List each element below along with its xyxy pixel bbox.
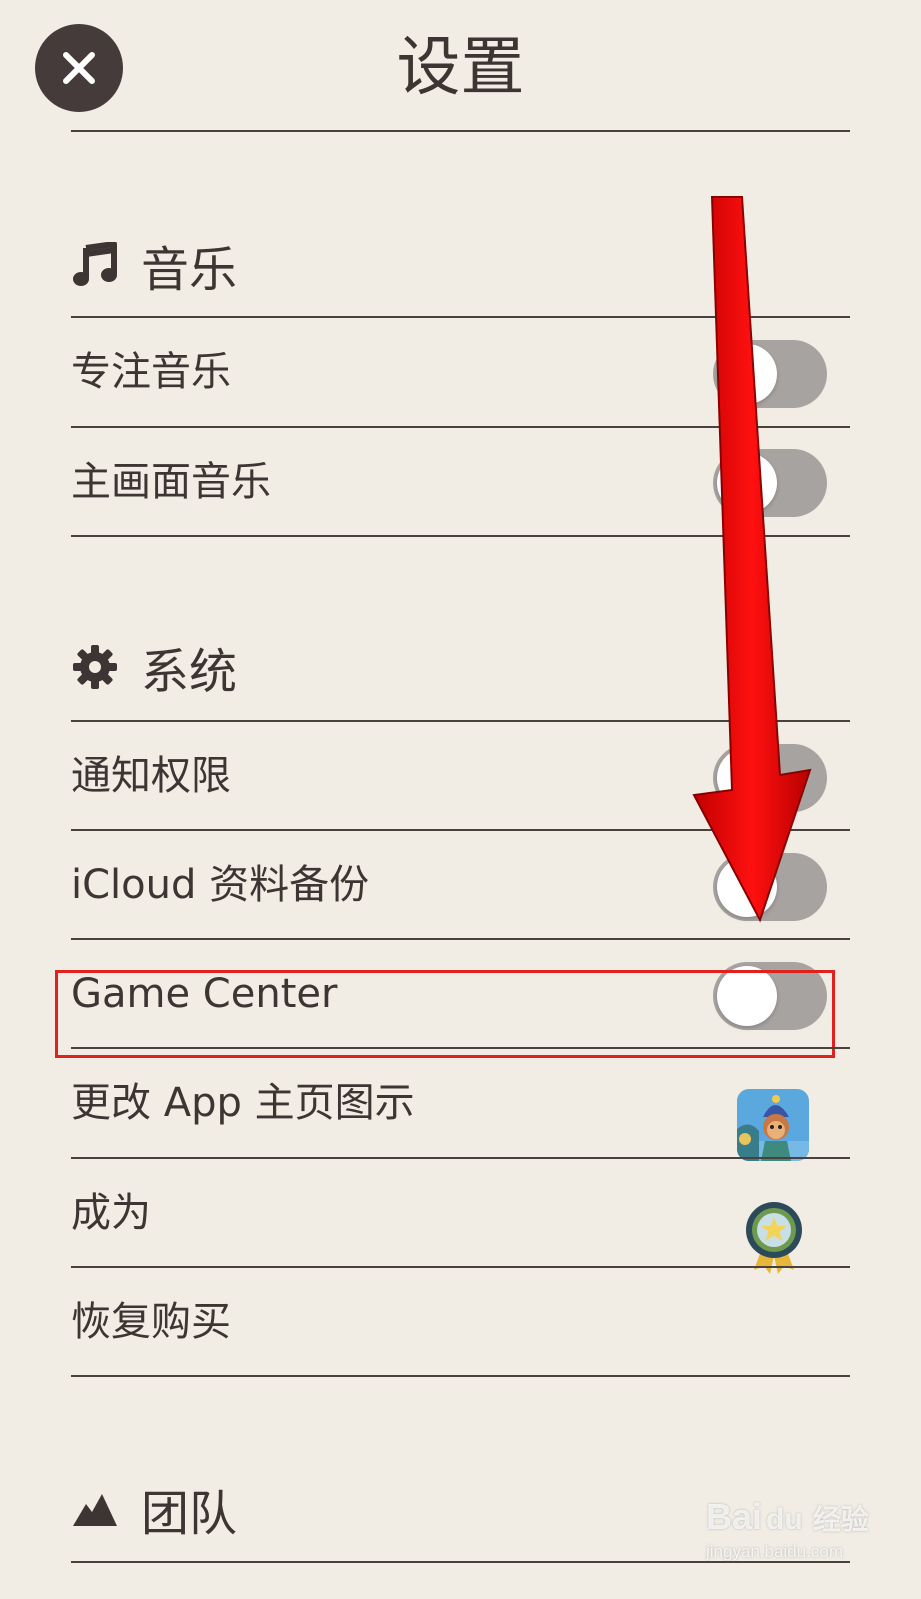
watermark-url: jingyan.baidu.com — [706, 1542, 844, 1561]
row-icloud-backup: iCloud 资料备份 — [71, 862, 370, 908]
row-focus-music: 专注音乐 — [71, 349, 231, 395]
row-home-music: 主画面音乐 — [71, 459, 271, 505]
header-divider — [71, 130, 850, 132]
watermark-main: Bai — [706, 1496, 763, 1537]
mountain-icon — [71, 1485, 119, 1533]
row-change-app-icon[interactable]: 更改 App 主页图示 — [71, 1049, 415, 1157]
badge-icon — [744, 1200, 804, 1276]
row-notification-permission: 通知权限 — [71, 753, 231, 799]
highlight-box — [55, 970, 835, 1058]
watermark: Bai du 经验 jingyan.baidu.com — [706, 1495, 906, 1585]
divider — [71, 1157, 850, 1159]
page-title: 设置 — [396, 31, 525, 105]
row-become[interactable]: 成为 — [71, 1159, 151, 1267]
watermark-main2: 经验 — [812, 1504, 869, 1535]
section-team-header: 团队 — [71, 1464, 237, 1554]
divider — [71, 1375, 850, 1377]
gear-icon — [71, 643, 119, 691]
app-icon[interactable] — [737, 1089, 809, 1161]
red-arrow-annotation — [692, 196, 812, 923]
paw-icon: du — [766, 1503, 803, 1536]
section-music-header: 音乐 — [71, 220, 237, 310]
music-note-icon — [71, 241, 119, 289]
row-restore-purchases[interactable]: 恢复购买 — [71, 1268, 231, 1376]
section-system-header: 系统 — [71, 622, 237, 712]
section-team-title: 团队 — [141, 1486, 238, 1542]
section-music-title: 音乐 — [141, 242, 238, 298]
section-system-title: 系统 — [141, 644, 238, 700]
